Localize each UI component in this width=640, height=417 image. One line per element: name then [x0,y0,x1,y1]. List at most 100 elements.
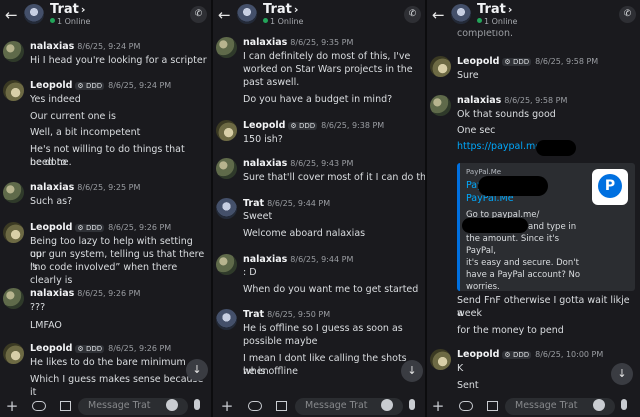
message-text: Our current one is [30,111,117,122]
chat-header: ← Trat › 1 Online ✆ [213,0,425,30]
avatar[interactable] [216,37,237,58]
avatar[interactable] [216,254,237,275]
avatar[interactable] [237,4,257,24]
avatar[interactable] [216,309,237,330]
message-text: ??? [30,302,46,313]
gift-icon[interactable] [487,401,498,411]
emoji-icon[interactable] [381,399,393,411]
back-arrow-icon[interactable]: ← [5,6,18,24]
scroll-to-bottom-button[interactable]: ↓ [186,359,208,381]
username[interactable]: nalaxias [30,288,74,299]
message-text: Yes indeed [30,94,81,105]
microphone-icon[interactable] [409,399,415,410]
avatar[interactable] [3,222,24,243]
phone-call-icon[interactable]: ✆ [404,6,421,23]
avatar[interactable] [3,80,24,101]
emoji-icon[interactable] [593,399,605,411]
username[interactable]: nalaxias [457,95,501,106]
username[interactable]: nalaxias [243,158,287,169]
embed-site-name: PayPal.Me [466,168,502,176]
timestamp: 8/6/25, 9:25 PM [77,183,141,192]
timestamp: 8/6/25, 9:24 PM [77,42,141,51]
avatar[interactable] [430,349,451,370]
message-text: he is offline [243,366,298,377]
avatar[interactable] [24,4,44,24]
message-text: “no code involved” when there clearly is [30,262,178,286]
gamepad-icon[interactable] [248,401,262,411]
online-status: 1 Online [50,17,90,26]
username[interactable]: Leopold [243,120,285,131]
gamepad-icon[interactable] [32,401,46,411]
avatar[interactable] [430,56,451,77]
username[interactable]: Leopold [30,80,72,91]
username[interactable]: Trat [243,198,264,209]
server-tag-badge: ⚙ DDD [502,58,532,66]
timestamp: 8/6/25, 9:58 PM [504,96,568,105]
online-status: 1 Online [263,17,303,26]
avatar[interactable] [3,182,24,203]
timestamp: 8/6/25, 9:58 PM [535,57,599,66]
timestamp: 8/6/25, 9:26 PM [108,223,172,232]
server-tag-badge: ⚙ DDD [502,351,532,359]
channel-name[interactable]: Trat › [50,2,85,17]
username[interactable]: nalaxias [30,182,74,193]
message-text: 150 ish? [243,134,283,145]
message-text: He is offline so I guess as soon as [243,323,403,334]
username[interactable]: Leopold [30,222,72,233]
message-text: : D [243,267,257,278]
chat-header: ← Trat › 1 Online ✆ [427,0,640,30]
chevron-right-icon: › [507,3,513,16]
username[interactable]: Trat [243,309,264,320]
avatar[interactable] [451,4,471,24]
username[interactable]: Leopold [457,349,499,360]
gift-icon[interactable] [276,401,287,411]
emoji-icon[interactable] [166,399,178,411]
microphone-icon[interactable] [194,399,200,410]
avatar[interactable] [216,198,237,219]
chat-panel-1: ← Trat › 1 Online ✆ nalaxias 8/6/25, 9:24 … [0,0,211,417]
avatar[interactable] [3,343,24,364]
channel-name[interactable]: Trat › [477,2,512,17]
server-tag-badge: ⚙ DDD [75,224,105,232]
redaction-mark [478,176,548,196]
message-text: week [457,308,482,319]
channel-name[interactable]: Trat › [263,2,298,17]
message-text: When do you want me to get started [243,284,419,295]
username[interactable]: nalaxias [243,37,287,48]
phone-call-icon[interactable]: ✆ [190,6,207,23]
avatar[interactable] [3,41,24,62]
username[interactable]: Leopold [457,56,499,67]
username[interactable]: nalaxias [30,41,74,52]
timestamp: 8/6/25, 9:44 PM [267,199,331,208]
avatar[interactable] [430,95,451,116]
gift-icon[interactable] [60,401,71,411]
gamepad-icon[interactable] [459,401,473,411]
message-text: Sure that'll cover most of it I can do t… [243,172,425,183]
back-arrow-icon[interactable]: ← [218,6,231,24]
message-text: worked on Star Wars projects in the [243,64,413,75]
scroll-to-bottom-button[interactable]: ↓ [401,360,423,382]
plus-icon[interactable]: + [219,398,235,414]
message-text: Ok that sounds good [457,109,556,120]
scroll-to-bottom-button[interactable]: ↓ [611,363,633,385]
message-composer: + Message Trat [427,395,640,417]
plus-icon[interactable]: + [430,398,446,414]
message-composer: + Message Trat [213,395,425,417]
back-arrow-icon[interactable]: ← [432,6,445,24]
message-text: Hi I head you're looking for a scripter [30,55,207,66]
message-text: K [457,363,464,374]
message-text: for the money to pend [457,325,564,336]
avatar[interactable] [3,288,24,309]
avatar[interactable] [216,158,237,179]
message-text: Sent [457,380,479,391]
phone-call-icon[interactable]: ✆ [619,6,636,23]
message-text: LMFAO [30,320,62,331]
chat-panel-2: ← Trat › 1 Online ✆ nalaxias 8/6/25, 9:35 … [213,0,425,417]
username[interactable]: Leopold [30,343,72,354]
plus-icon[interactable]: + [4,398,20,414]
redaction-mark [536,140,576,156]
username[interactable]: nalaxias [243,254,287,265]
microphone-icon[interactable] [621,399,627,410]
avatar[interactable] [216,120,237,141]
timestamp: 8/6/25, 9:26 PM [108,344,172,353]
